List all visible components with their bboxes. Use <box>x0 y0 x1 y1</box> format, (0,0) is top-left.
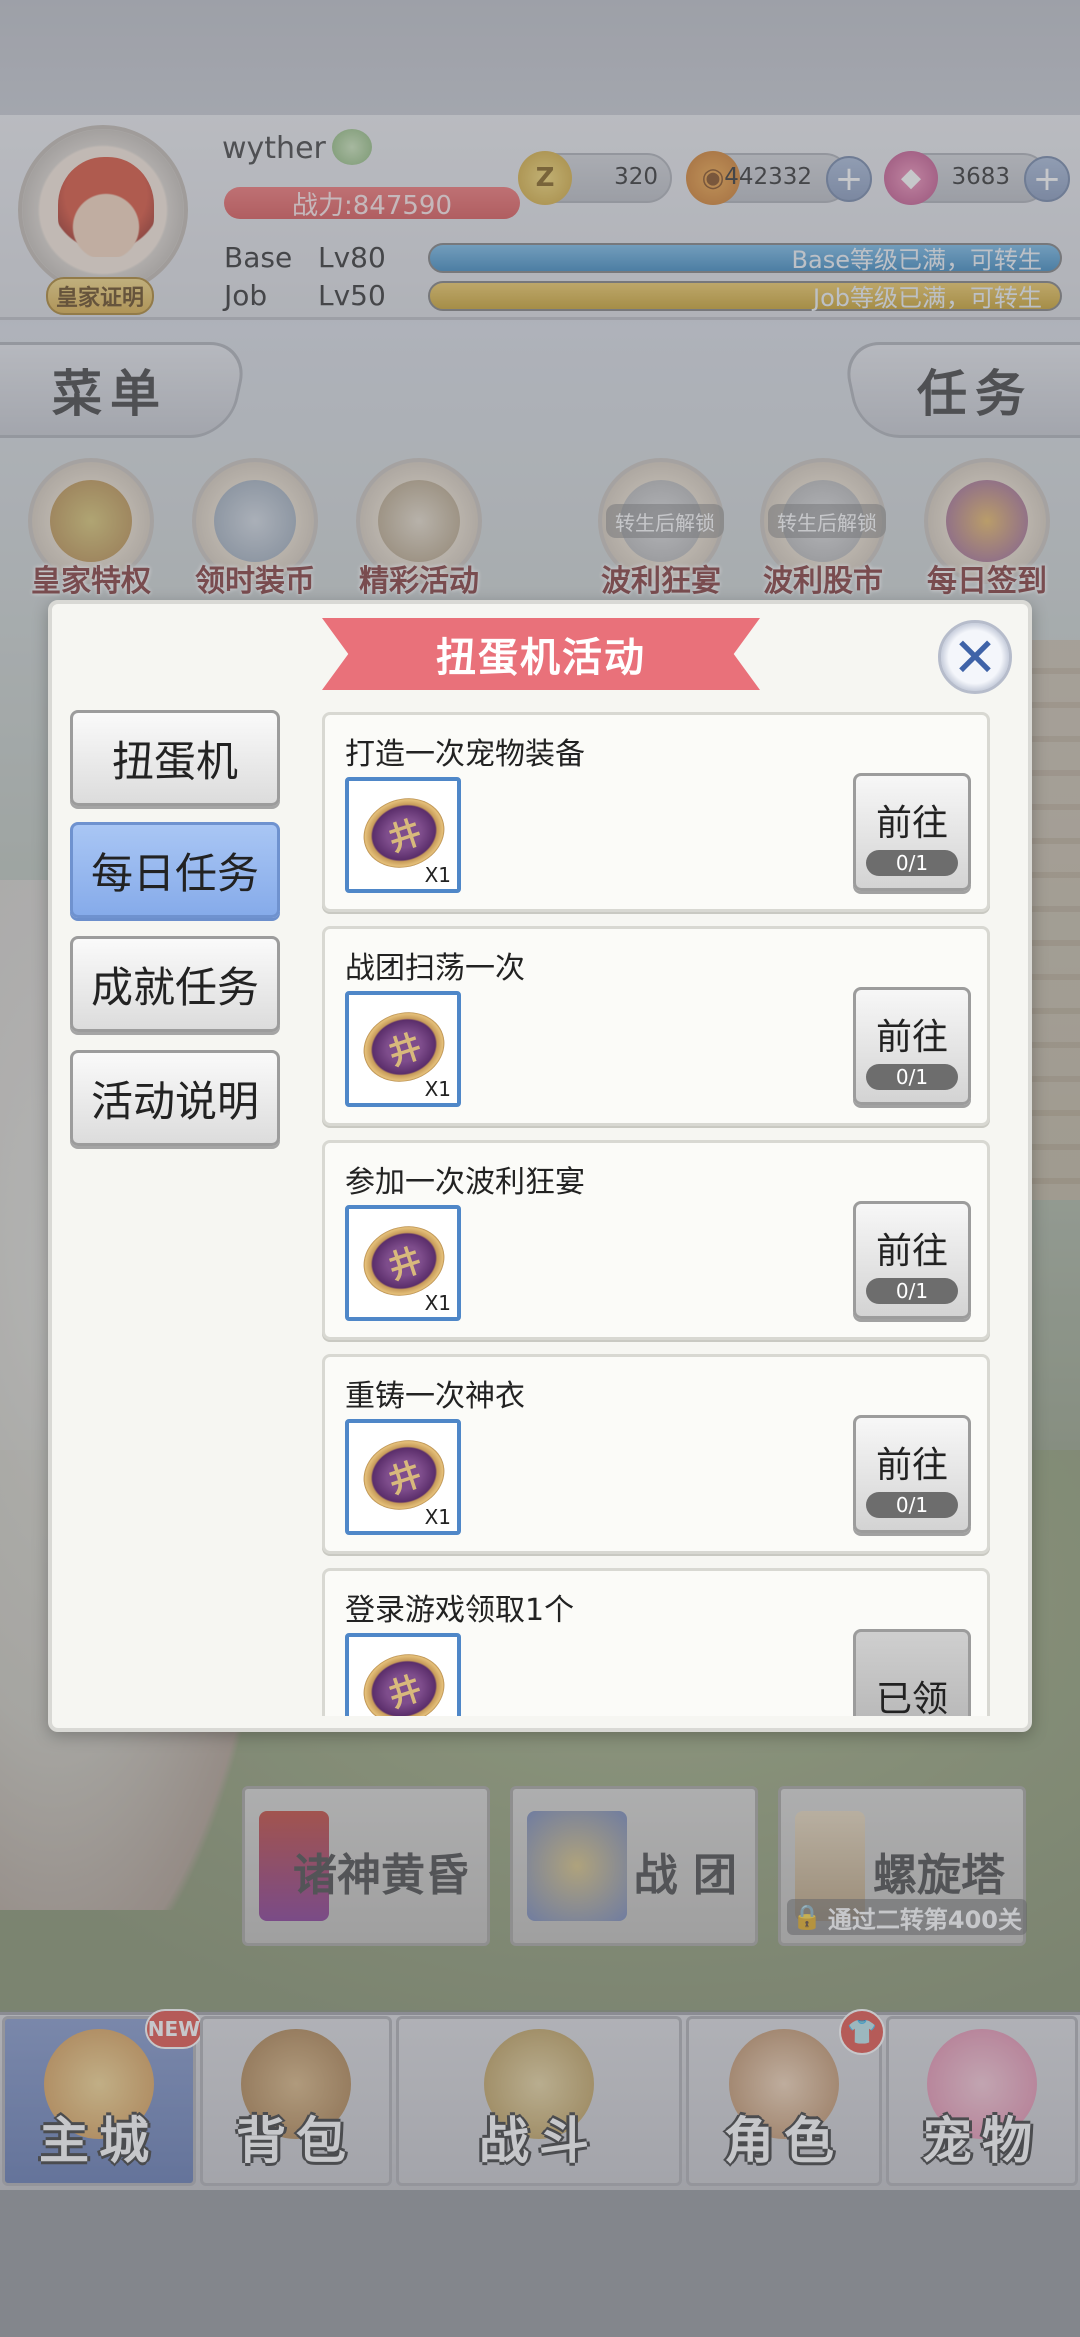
go-button[interactable]: 前往 0/1 <box>853 773 971 891</box>
task-progress: 0/1 <box>866 1064 958 1090</box>
task-title: 打造一次宠物装备 <box>345 737 585 772</box>
go-button-label: 前往 <box>875 1017 948 1058</box>
dialog-title: 扭蛋机活动 <box>322 618 760 690</box>
task-list[interactable]: 打造一次宠物装备 X1 前往 0/1 战团扫荡一次 X1 前往 0/1 参加一次… <box>322 712 992 1716</box>
reward-quantity: X1 <box>424 1291 451 1315</box>
reward-slot[interactable]: X1 <box>345 991 461 1107</box>
task-title: 战团扫荡一次 <box>345 951 525 986</box>
task-title: 参加一次波利狂宴 <box>345 1165 585 1200</box>
reward-quantity: X1 <box>424 1077 451 1101</box>
task-card: 参加一次波利狂宴 X1 前往 0/1 <box>322 1140 990 1340</box>
tab-event-rules[interactable]: 活动说明 <box>70 1050 280 1146</box>
go-button-label: 前往 <box>875 1445 948 1486</box>
task-title: 重铸一次神衣 <box>345 1379 525 1414</box>
task-progress: 0/1 <box>866 1492 958 1518</box>
claimed-button-label: 已领 <box>875 1679 948 1716</box>
tab-gacha[interactable]: 扭蛋机 <box>70 710 280 806</box>
reward-slot[interactable]: X1 <box>345 777 461 893</box>
go-button[interactable]: 前往 0/1 <box>853 1415 971 1533</box>
tab-daily-tasks[interactable]: 每日任务 <box>70 822 280 918</box>
go-button-label: 前往 <box>875 1231 948 1272</box>
tab-achievement-tasks[interactable]: 成就任务 <box>70 936 280 1032</box>
task-progress: 0/1 <box>866 850 958 876</box>
task-card: 登录游戏领取1个 已领 <box>322 1568 990 1716</box>
reward-slot[interactable]: X1 <box>345 1205 461 1321</box>
task-card: 重铸一次神衣 X1 前往 0/1 <box>322 1354 990 1554</box>
task-title: 登录游戏领取1个 <box>345 1593 575 1628</box>
task-card: 战团扫荡一次 X1 前往 0/1 <box>322 926 990 1126</box>
go-button[interactable]: 前往 0/1 <box>853 987 971 1105</box>
task-progress: 0/1 <box>866 1278 958 1304</box>
reward-quantity: X1 <box>424 1505 451 1529</box>
claimed-button[interactable]: 已领 <box>853 1629 971 1716</box>
task-card: 打造一次宠物装备 X1 前往 0/1 <box>322 712 990 912</box>
close-icon: ✕ <box>952 625 998 689</box>
close-button[interactable]: ✕ <box>938 620 1012 694</box>
gacha-coin-icon <box>354 1643 454 1716</box>
reward-quantity: X1 <box>424 863 451 887</box>
reward-slot[interactable] <box>345 1633 461 1716</box>
go-button[interactable]: 前往 0/1 <box>853 1201 971 1319</box>
reward-slot[interactable]: X1 <box>345 1419 461 1535</box>
go-button-label: 前往 <box>875 803 948 844</box>
